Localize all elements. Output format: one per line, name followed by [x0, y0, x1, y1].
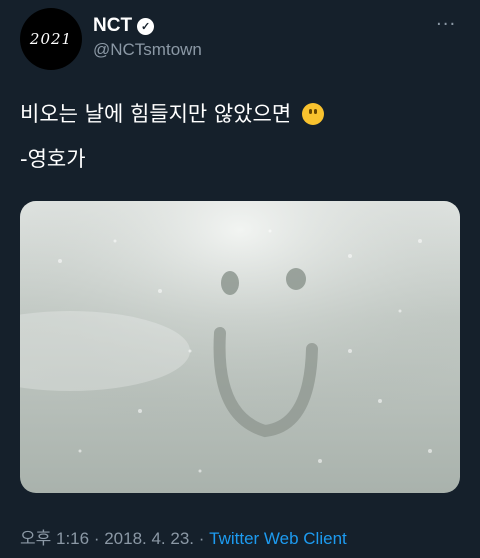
tweet-line-2: -영호가 [20, 147, 86, 171]
meta-separator: · [89, 529, 105, 548]
tweet-line-1: 비오는 날에 힘들지만 않았으면 [20, 102, 292, 126]
tweet-photo[interactable] [20, 201, 460, 493]
tweet-client-link[interactable]: Twitter Web Client [209, 529, 347, 548]
slightly-smiling-face-icon [301, 103, 324, 125]
avatar[interactable]: 2021 [20, 8, 82, 70]
author-handle[interactable]: @NCTsmtown [93, 40, 202, 60]
tweet-time[interactable]: 오후 1:16 [20, 529, 89, 548]
tweet-date[interactable]: 2018. 4. 23. [104, 529, 194, 548]
more-options-icon[interactable]: ··· [436, 14, 456, 35]
avatar-text: 2021 [29, 30, 73, 48]
meta-separator: · [194, 529, 210, 548]
author-name-row[interactable]: NCT ✓ [93, 15, 155, 37]
fogged-window-smiley-photo [20, 201, 460, 493]
tweet-meta: 오후 1:16 · 2018. 4. 23. · Twitter Web Cli… [20, 524, 347, 549]
tweet-text: 비오는 날에 힘들지만 않았으면 -영호가 [20, 92, 460, 182]
author-name[interactable]: NCT [93, 15, 132, 37]
verified-badge-icon: ✓ [137, 17, 155, 35]
